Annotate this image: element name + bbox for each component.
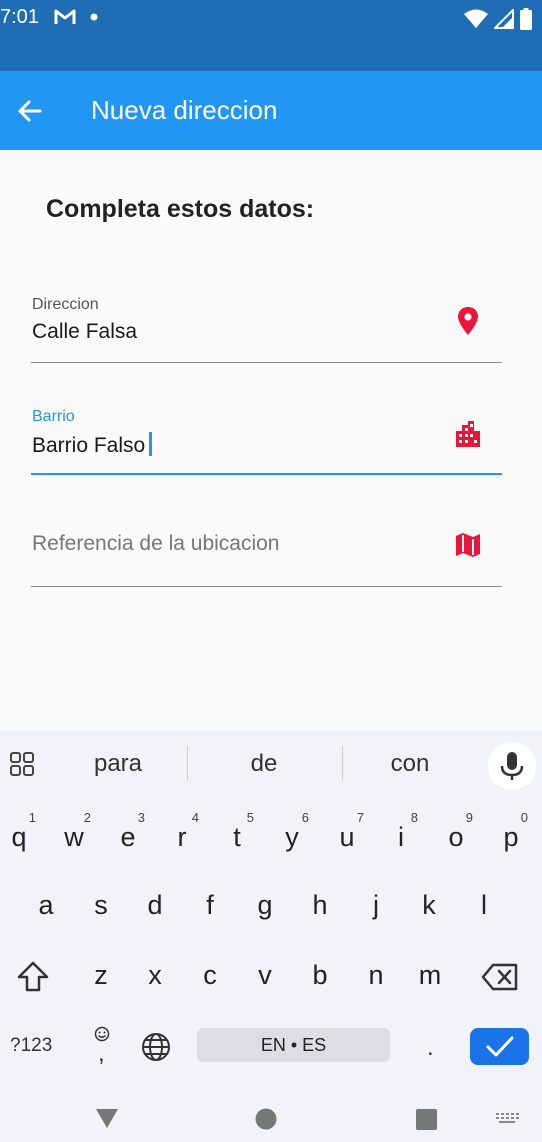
key-c[interactable]: c xyxy=(185,948,235,1004)
apps-grid-icon[interactable] xyxy=(8,750,36,778)
key-f[interactable]: f xyxy=(185,878,235,934)
key-l[interactable]: l xyxy=(459,878,509,934)
recents-square-icon[interactable] xyxy=(415,1108,438,1131)
page-title: Nueva direccion xyxy=(91,95,278,125)
mic-button[interactable] xyxy=(488,742,536,790)
backspace-icon[interactable] xyxy=(481,963,519,991)
key-i[interactable]: i8 xyxy=(376,810,426,866)
key-p[interactable]: p0 xyxy=(486,810,536,866)
key-a[interactable]: a xyxy=(21,878,71,934)
key-j[interactable]: j xyxy=(351,878,401,934)
home-circle-icon[interactable] xyxy=(254,1107,278,1131)
barrio-label: Barrio xyxy=(32,408,75,425)
microphone-icon xyxy=(500,752,524,780)
key-u[interactable]: u7 xyxy=(322,810,372,866)
key-n[interactable]: n xyxy=(351,948,401,1004)
location-pin-icon[interactable] xyxy=(454,306,482,336)
barrio-field[interactable]: Barrio Barrio Falso xyxy=(31,402,502,476)
suggestion-3[interactable]: con xyxy=(350,750,470,778)
key-z[interactable]: z xyxy=(76,948,126,1004)
symbols-key[interactable]: ?123 xyxy=(10,1035,52,1057)
map-icon[interactable] xyxy=(454,530,482,560)
key-w[interactable]: w2 xyxy=(49,810,99,866)
key-d[interactable]: d xyxy=(130,878,180,934)
key-q[interactable]: q1 xyxy=(0,810,44,866)
system-nav-bar xyxy=(0,1090,542,1142)
period-key[interactable]: . xyxy=(427,1034,434,1062)
checkmark-icon xyxy=(486,1036,514,1057)
barrio-input[interactable]: Barrio Falso xyxy=(32,432,152,458)
back-triangle-icon[interactable] xyxy=(94,1106,120,1130)
gmail-icon xyxy=(54,9,76,24)
status-time: 7:01 xyxy=(0,6,39,28)
arrow-back-icon[interactable] xyxy=(14,95,46,127)
key-r[interactable]: r4 xyxy=(157,810,207,866)
status-bar: 7:01 xyxy=(0,0,542,71)
key-y[interactable]: y6 xyxy=(267,810,317,866)
barrio-value: Barrio Falso xyxy=(32,434,146,457)
key-e[interactable]: e3 xyxy=(103,810,153,866)
form-heading: Completa estos datos: xyxy=(46,195,315,223)
keyboard-switch-icon[interactable] xyxy=(494,1112,520,1130)
key-g[interactable]: g xyxy=(240,878,290,934)
soft-keyboard: para de con q1 w2 e3 r4 t5 y6 u7 i8 o9 p… xyxy=(0,730,542,1142)
key-k[interactable]: k xyxy=(404,878,454,934)
wifi-icon xyxy=(464,9,488,28)
city-building-icon[interactable] xyxy=(454,419,482,449)
suggestion-bar: para de con xyxy=(0,730,542,796)
key-o[interactable]: o9 xyxy=(431,810,481,866)
key-t[interactable]: t5 xyxy=(212,810,262,866)
battery-icon xyxy=(520,8,532,30)
referencia-input[interactable]: Referencia de la ubicacion xyxy=(32,532,280,556)
direccion-label: Direccion xyxy=(32,296,99,313)
direccion-input[interactable]: Calle Falsa xyxy=(32,320,137,344)
signal-icon xyxy=(494,9,514,29)
text-cursor xyxy=(149,432,152,456)
key-x[interactable]: x xyxy=(130,948,180,1004)
key-m[interactable]: m xyxy=(405,948,455,1004)
key-s[interactable]: s xyxy=(76,878,126,934)
globe-icon[interactable] xyxy=(141,1032,171,1062)
enter-key[interactable] xyxy=(470,1028,529,1065)
space-key[interactable]: EN • ES xyxy=(197,1028,390,1062)
emoji-comma-key[interactable]: , xyxy=(90,1022,114,1067)
app-bar: Nueva direccion xyxy=(0,71,542,150)
suggestion-2[interactable]: de xyxy=(204,750,324,778)
suggestion-1[interactable]: para xyxy=(58,750,178,778)
key-v[interactable]: v xyxy=(240,948,290,1004)
key-h[interactable]: h xyxy=(295,878,345,934)
shift-icon[interactable] xyxy=(16,960,50,994)
key-b[interactable]: b xyxy=(295,948,345,1004)
notification-dot-icon xyxy=(90,13,98,21)
direccion-field[interactable]: Direccion Calle Falsa xyxy=(31,290,502,364)
referencia-field[interactable]: Referencia de la ubicacion xyxy=(31,510,502,588)
